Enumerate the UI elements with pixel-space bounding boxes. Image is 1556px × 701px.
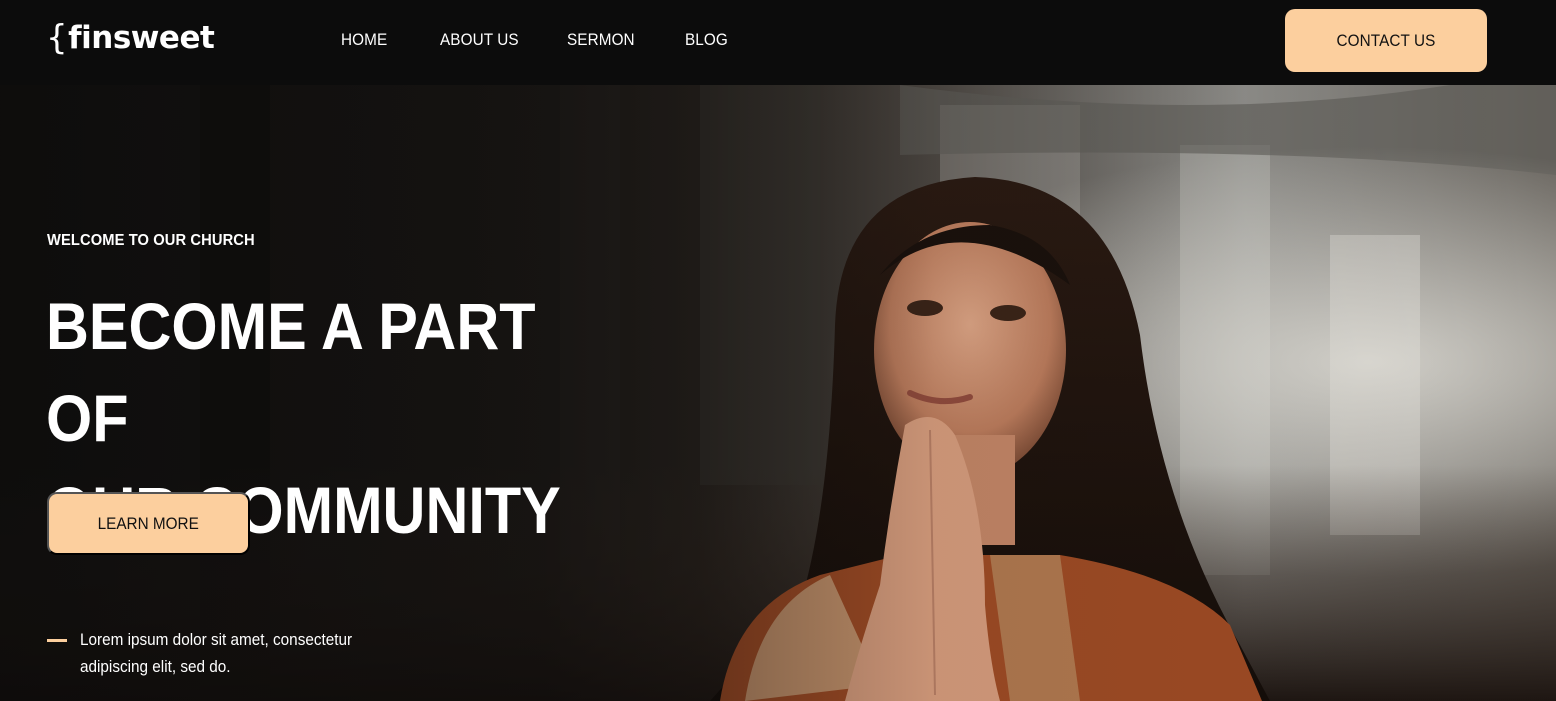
contact-us-button[interactable]: CONTACT US	[1285, 9, 1487, 72]
hero-section: WELCOME TO OUR CHURCH BECOME A PART OF O…	[0, 85, 1556, 701]
hero-eyebrow: WELCOME TO OUR CHURCH	[47, 232, 255, 249]
logo-text: finsweet	[68, 20, 215, 56]
hero-blurb-line1: Lorem ipsum dolor sit amet, consectetur	[80, 630, 353, 649]
nav-link-about-us[interactable]: ABOUT US	[440, 28, 519, 52]
hero-headline-line1: BECOME A PART OF	[46, 289, 536, 455]
nav-link-sermon[interactable]: SERMON	[567, 28, 635, 52]
nav-link-blog[interactable]: BLOG	[685, 28, 728, 52]
hero-blurb: Lorem ipsum dolor sit amet, consectetur …	[80, 626, 386, 680]
accent-dash	[47, 639, 67, 642]
learn-more-button[interactable]: LEARN MORE	[47, 492, 250, 555]
contact-us-label: CONTACT US	[1336, 30, 1436, 50]
learn-more-label: LEARN MORE	[97, 513, 200, 533]
hero-blurb-line2: adipiscing elit, sed do.	[80, 657, 231, 676]
nav-link-home[interactable]: HOME	[341, 28, 387, 52]
finsweet-logo[interactable]: { finsweet	[46, 16, 215, 60]
logo-brace: {	[46, 18, 68, 58]
top-navbar: { finsweet HOME ABOUT US SERMON BLOG CON…	[0, 0, 1556, 85]
